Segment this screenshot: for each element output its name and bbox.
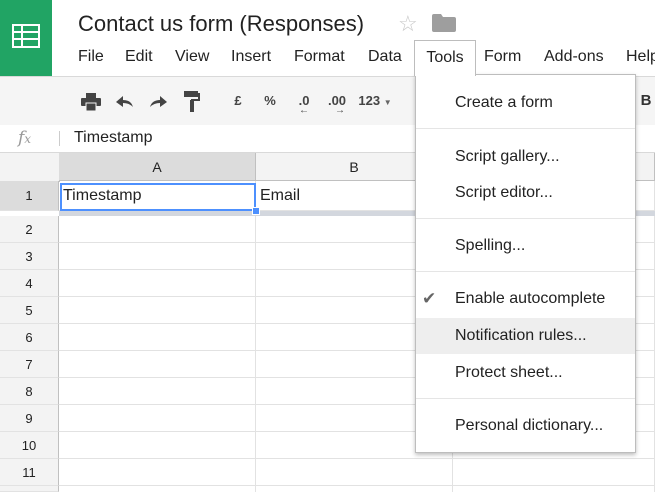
tools-dropdown-menu: Create a form Script gallery... Script e… [415, 74, 636, 453]
menu-add-ons[interactable]: Add-ons [544, 40, 604, 74]
formula-input[interactable]: Timestamp [74, 129, 153, 147]
menu-item-script-gallery[interactable]: Script gallery... [416, 139, 635, 175]
column-header-a[interactable]: A [59, 153, 256, 181]
row-header-8[interactable]: 8 [0, 378, 59, 405]
sheets-logo[interactable] [0, 0, 52, 76]
menu-insert[interactable]: Insert [231, 40, 271, 74]
menu-item-enable-autocomplete[interactable]: ✔ Enable autocomplete [416, 281, 635, 317]
menu-separator [416, 128, 635, 129]
menu-tools[interactable]: Tools [414, 40, 476, 76]
sheets-logo-icon [12, 24, 40, 48]
column-a-cells[interactable] [59, 216, 256, 492]
menu-item-create-form[interactable]: Create a form [416, 85, 635, 121]
menu-item-spelling[interactable]: Spelling... [416, 228, 635, 264]
row-header-12[interactable] [0, 486, 59, 492]
undo-icon[interactable] [113, 77, 137, 125]
row-header-3[interactable]: 3 [0, 243, 59, 270]
row-header-7[interactable]: 7 [0, 351, 59, 378]
cell-a1[interactable]: Timestamp [59, 181, 256, 211]
currency-format-button[interactable]: £ [228, 77, 248, 125]
fx-icon: fx [18, 128, 32, 148]
row-header-11[interactable]: 11 [0, 459, 59, 486]
fill-handle[interactable] [252, 207, 260, 215]
menu-separator [416, 271, 635, 272]
formula-separator [59, 131, 60, 146]
print-icon[interactable] [79, 77, 103, 125]
menu-item-label: Enable autocomplete [455, 290, 606, 307]
caret-down-icon: ▼ [383, 98, 392, 107]
row-header-10[interactable]: 10 [0, 432, 59, 459]
paint-format-icon[interactable] [180, 77, 204, 125]
row-header-6[interactable]: 6 [0, 324, 59, 351]
menu-view[interactable]: View [175, 40, 209, 74]
number-format-dropdown[interactable]: 123 ▼ [355, 77, 395, 125]
folder-icon[interactable] [432, 14, 456, 37]
checkmark-icon: ✔ [422, 289, 437, 308]
bold-button[interactable]: B [637, 77, 655, 125]
row-header-9[interactable]: 9 [0, 405, 59, 432]
menu-edit[interactable]: Edit [125, 40, 153, 74]
menu-format[interactable]: Format [294, 40, 345, 74]
number-format-label: 123 [358, 93, 381, 108]
menu-data[interactable]: Data [368, 40, 402, 74]
menu-item-notification-rules[interactable]: Notification rules... [416, 318, 635, 354]
menu-item-personal-dictionary[interactable]: Personal dictionary... [416, 408, 635, 444]
menu-file[interactable]: File [78, 40, 104, 74]
row-header-5[interactable]: 5 [0, 297, 59, 324]
increase-decimals-button[interactable]: .00 → [323, 77, 351, 125]
menu-form[interactable]: Form [484, 40, 521, 74]
select-all-corner[interactable] [0, 153, 60, 182]
percent-format-button[interactable]: % [260, 77, 280, 125]
row-header-1[interactable]: 1 [0, 181, 59, 211]
document-title[interactable]: Contact us form (Responses) [78, 11, 364, 37]
menu-help[interactable]: Help [626, 40, 655, 74]
menu-item-script-editor[interactable]: Script editor... [416, 175, 635, 211]
decrease-decimals-button[interactable]: .0 ← [291, 77, 317, 125]
row-header-4[interactable]: 4 [0, 270, 59, 297]
redo-icon[interactable] [146, 77, 170, 125]
row-header-2[interactable]: 2 [0, 216, 59, 243]
menu-item-protect-sheet[interactable]: Protect sheet... [416, 355, 635, 391]
menu-separator [416, 218, 635, 219]
star-icon[interactable]: ☆ [398, 11, 418, 37]
menu-separator [416, 398, 635, 399]
